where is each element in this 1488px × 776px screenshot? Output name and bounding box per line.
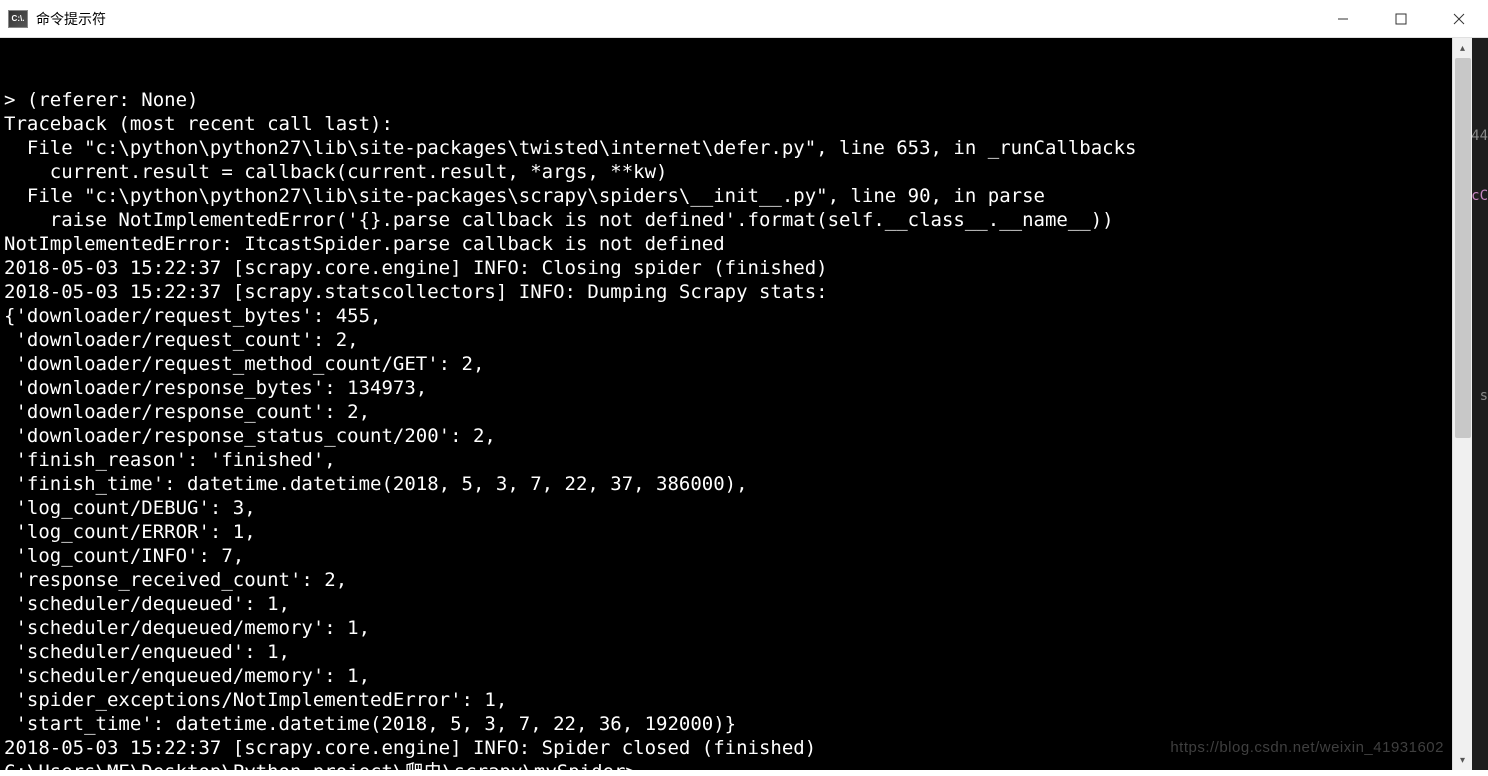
terminal-line: 'scheduler/dequeued/memory': 1,: [4, 616, 1448, 640]
terminal-line: File "c:\python\python27\lib\site-packag…: [4, 184, 1448, 208]
terminal-line: {'downloader/request_bytes': 455,: [4, 304, 1448, 328]
side-frag-line: cC: [1472, 188, 1488, 204]
terminal-container: > (referer: None)Traceback (most recent …: [0, 38, 1488, 770]
terminal-line: 'finish_reason': 'finished',: [4, 448, 1448, 472]
watermark: https://blog.csdn.net/weixin_41931602: [1170, 736, 1444, 760]
terminal-line: NotImplementedError: ItcastSpider.parse …: [4, 232, 1448, 256]
terminal-line: 'downloader/response_count': 2,: [4, 400, 1448, 424]
scroll-up-icon[interactable]: ▴: [1453, 38, 1472, 58]
app-icon-text: C:\.: [12, 14, 25, 23]
terminal-line: 'start_time': datetime.datetime(2018, 5,…: [4, 712, 1448, 736]
terminal-line: 'downloader/request_count': 2,: [4, 328, 1448, 352]
terminal-line: 2018-05-03 15:22:37 [scrapy.core.engine]…: [4, 256, 1448, 280]
terminal-line: 2018-05-03 15:22:37 [scrapy.statscollect…: [4, 280, 1448, 304]
terminal-line: 'downloader/response_status_count/200': …: [4, 424, 1448, 448]
terminal-line: 'scheduler/dequeued': 1,: [4, 592, 1448, 616]
terminal-line: Traceback (most recent call last):: [4, 112, 1448, 136]
close-button[interactable]: [1430, 0, 1488, 37]
terminal-line: 'scheduler/enqueued': 1,: [4, 640, 1448, 664]
titlebar[interactable]: C:\. 命令提示符: [0, 0, 1488, 38]
terminal-line: 'scheduler/enqueued/memory': 1,: [4, 664, 1448, 688]
terminal-line: 'finish_time': datetime.datetime(2018, 5…: [4, 472, 1448, 496]
terminal-line: > (referer: None): [4, 88, 1448, 112]
terminal-line: 'log_count/INFO': 7,: [4, 544, 1448, 568]
terminal-line: 'log_count/ERROR': 1,: [4, 520, 1448, 544]
maximize-button[interactable]: [1372, 0, 1430, 37]
terminal-line: 'downloader/response_bytes': 134973,: [4, 376, 1448, 400]
minimize-button[interactable]: [1314, 0, 1372, 37]
terminal-line: File "c:\python\python27\lib\site-packag…: [4, 136, 1448, 160]
scroll-down-icon[interactable]: ▾: [1453, 750, 1472, 770]
side-editor-fragment: 44 cC s: [1472, 38, 1488, 770]
window-controls: [1314, 0, 1488, 37]
side-frag-line: 44: [1472, 128, 1488, 144]
terminal-line: current.result = callback(current.result…: [4, 160, 1448, 184]
window-title: 命令提示符: [36, 9, 106, 29]
terminal-line: 'log_count/DEBUG': 3,: [4, 496, 1448, 520]
scrollbar-thumb[interactable]: [1455, 58, 1471, 438]
side-frag-line: s: [1480, 388, 1488, 404]
terminal-line: 'response_received_count': 2,: [4, 568, 1448, 592]
terminal-line: raise NotImplementedError('{}.parse call…: [4, 208, 1448, 232]
terminal-line: C:\Users\ME\Desktop\Python project\爬虫\sc…: [4, 760, 1448, 770]
scrollbar[interactable]: ▴ ▾: [1452, 38, 1472, 770]
terminal-output[interactable]: > (referer: None)Traceback (most recent …: [0, 38, 1452, 770]
terminal-line: 'spider_exceptions/NotImplementedError':…: [4, 688, 1448, 712]
app-icon: C:\.: [8, 10, 28, 28]
terminal-line: 'downloader/request_method_count/GET': 2…: [4, 352, 1448, 376]
